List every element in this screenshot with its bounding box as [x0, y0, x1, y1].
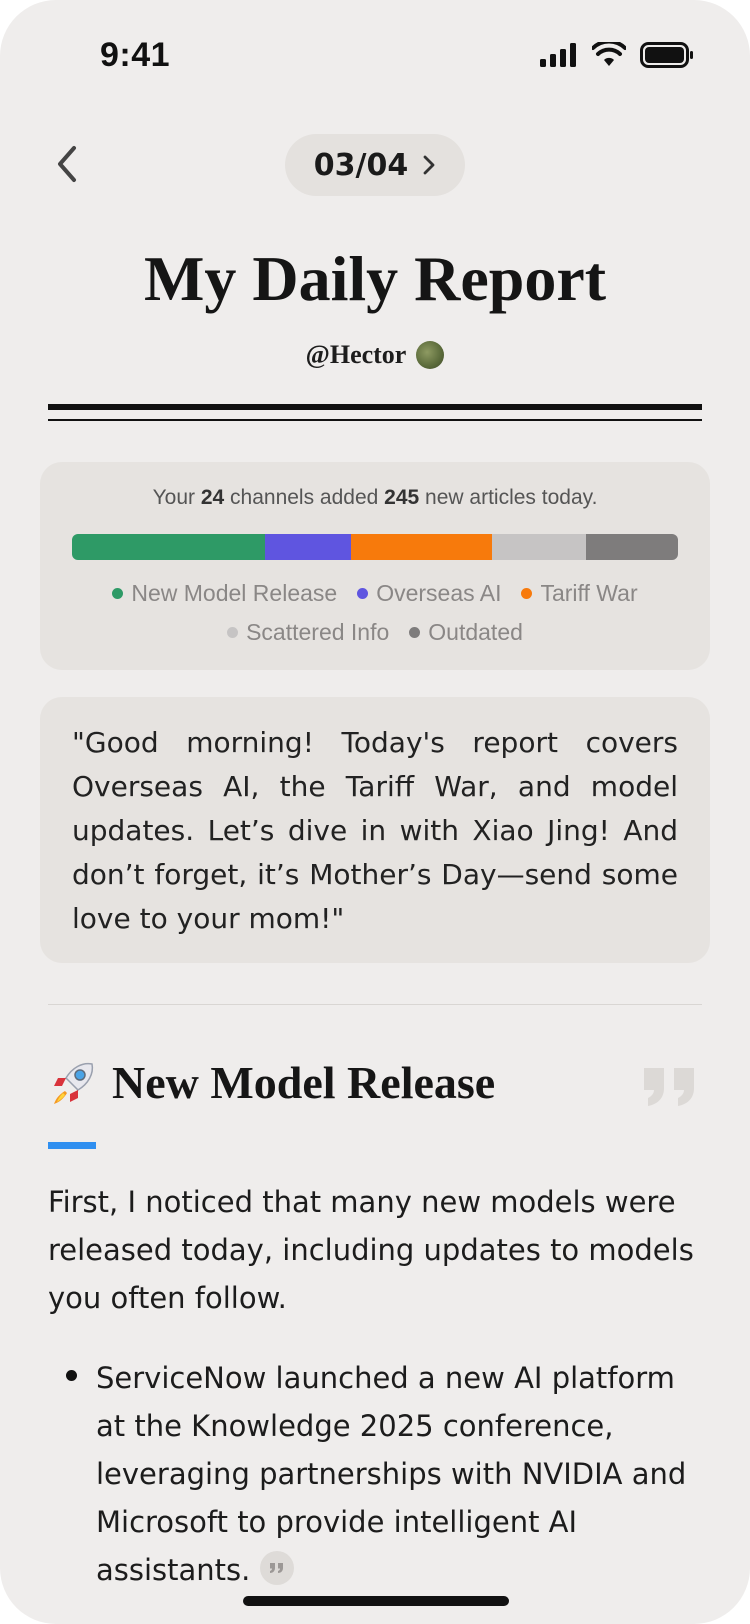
section-title: New Model Release: [112, 1057, 496, 1108]
source-quote-button[interactable]: [260, 1551, 295, 1585]
section-intro: First, I noticed that many new models we…: [48, 1185, 694, 1315]
quote-icon: [270, 1563, 284, 1573]
cellular-signal-icon: [540, 43, 576, 67]
legend-label: Overseas AI: [376, 580, 502, 606]
legend-item: Scattered Info: [227, 619, 389, 646]
stats-suffix: new articles today.: [419, 486, 598, 509]
rocket-icon: [54, 1062, 94, 1104]
legend-dot: [521, 588, 533, 599]
stats-prefix: Your: [152, 486, 201, 509]
list-item: ServiceNow launched a new AI platform at…: [96, 1354, 706, 1594]
bar-segment-overseas-ai: [264, 534, 351, 560]
page-title: My Daily Report: [143, 243, 607, 314]
wifi-icon: [592, 42, 626, 66]
page-selector-button[interactable]: 03/04: [285, 134, 465, 196]
quote-mark-icon[interactable]: [640, 1064, 700, 1108]
category-legend: New Model Release Overseas AI Tariff War Sc…: [60, 580, 690, 646]
legend-dot: [227, 627, 239, 638]
author-line: @Hector: [0, 340, 750, 370]
article-count: 245: [384, 486, 420, 509]
legend-item: Tariff War: [521, 580, 638, 607]
legend-dot: [357, 588, 369, 599]
legend-dot: [409, 627, 421, 638]
status-time: 9:41: [100, 36, 171, 74]
legend-item: Outdated: [409, 619, 523, 646]
battery-icon: [640, 42, 693, 68]
author-name[interactable]: @Hector: [306, 340, 407, 370]
chevron-right-icon: [423, 155, 435, 175]
header-divider-thin: [48, 419, 702, 421]
legend-dot: [112, 588, 124, 599]
header-divider-thick: [48, 404, 702, 410]
page-indicator: 03/04: [313, 147, 409, 183]
section-divider: [48, 1004, 702, 1005]
channel-count: 24: [200, 486, 225, 509]
greeting-card: "Good morning! Today's report covers Ove…: [40, 697, 710, 963]
greeting-text: "Good morning! Today's report covers Ove…: [72, 726, 678, 935]
stats-summary: Your 24 channels added 245 new articles …: [40, 486, 710, 510]
legend-item: Overseas AI: [357, 580, 501, 607]
legend-label: Outdated: [428, 619, 523, 645]
bar-segment-tariff-war: [350, 534, 492, 560]
home-indicator[interactable]: [243, 1596, 509, 1606]
status-icons: [540, 42, 694, 68]
section-header: New Model Release: [48, 1056, 495, 1109]
list-item-text: ServiceNow launched a new AI platform at…: [96, 1361, 687, 1587]
bar-segment-outdated: [585, 534, 678, 560]
phone-screen: 9:41 03/04 My Daily Report @Hector Your …: [0, 0, 750, 1624]
legend-label: Tariff War: [540, 580, 638, 606]
bullet-marker: [66, 1370, 77, 1381]
legend-label: Scattered Info: [246, 619, 390, 645]
stats-card: Your 24 channels added 245 new articles …: [40, 462, 710, 670]
bar-segment-new-model-release: [72, 534, 265, 560]
bar-segment-scattered-info: [491, 534, 586, 560]
stats-middle: channels added: [224, 486, 385, 509]
avatar[interactable]: [416, 341, 445, 369]
legend-label: New Model Release: [131, 580, 338, 606]
status-bar: 9:41: [0, 0, 750, 110]
category-distribution-bar: [72, 534, 678, 560]
section-accent-bar: [48, 1142, 96, 1149]
back-button[interactable]: [48, 142, 92, 186]
legend-item: New Model Release: [112, 580, 337, 607]
